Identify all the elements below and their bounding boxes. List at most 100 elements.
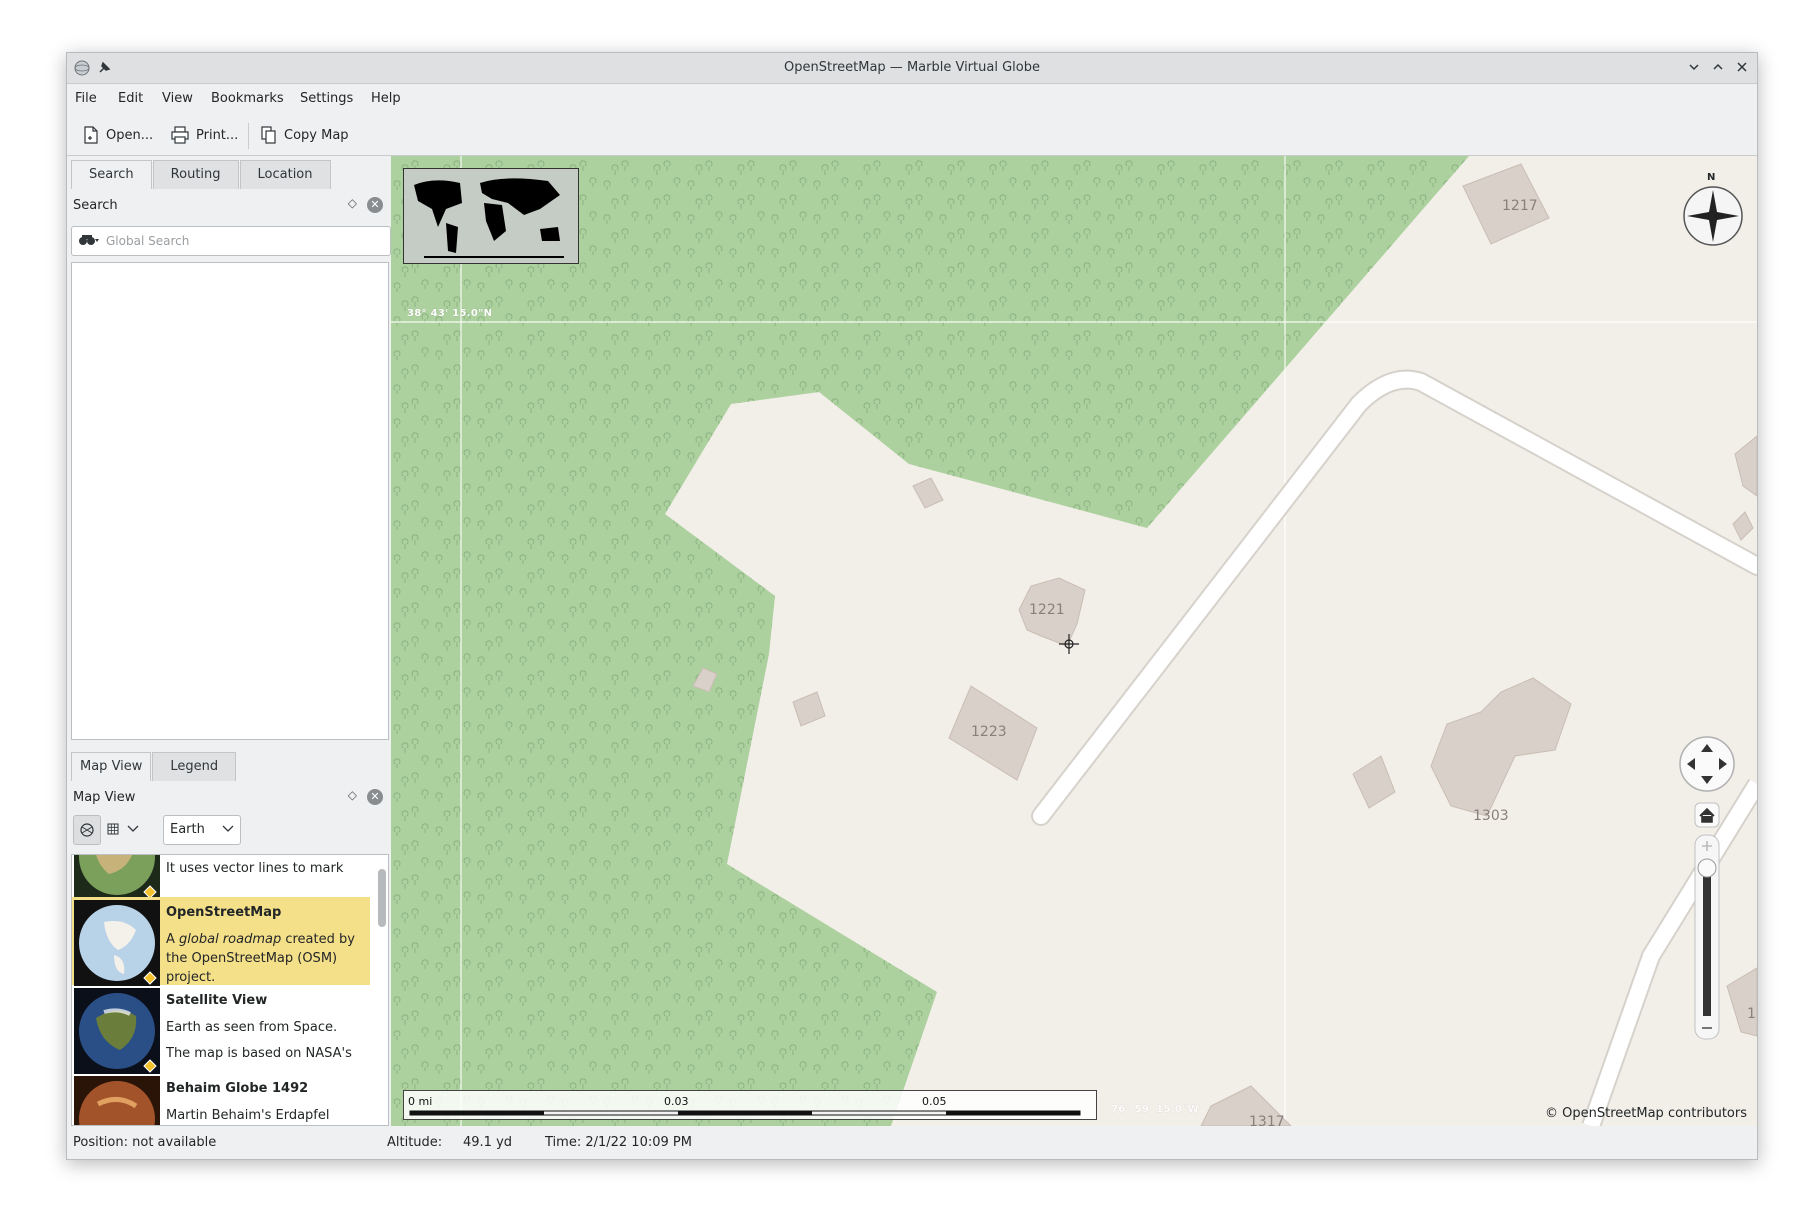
chevron-down-icon — [222, 825, 234, 832]
mapview-tools: Earth — [71, 813, 387, 847]
scale-ruler — [409, 1110, 1081, 1116]
close-icon — [1737, 62, 1747, 72]
scale-label: 0.03 — [664, 1095, 689, 1108]
binoculars-icon[interactable] — [78, 233, 100, 247]
copy-map-label: Copy Map — [284, 127, 349, 143]
map-base-layer — [391, 156, 1757, 1126]
theme-item-behaim[interactable]: Behaim Globe 1492 Martin Behaim's Erdapf… — [72, 1073, 370, 1125]
status-bar: Position: not available Altitude: 49.1 y… — [67, 1126, 1757, 1159]
search-field-container — [71, 226, 391, 256]
main-toolbar: Open... Print... Copy Map — [67, 115, 1757, 156]
navigation-controls — [1677, 734, 1737, 1076]
scale-bar: 0 mi 0.03 0.05 — [403, 1090, 1097, 1120]
close-window-button[interactable] — [1731, 58, 1753, 78]
compass-icon — [1683, 186, 1743, 246]
theme-item-atlas[interactable]: A classic topographic map. It uses vecto… — [72, 855, 370, 900]
search-results-list[interactable] — [71, 262, 389, 740]
house-number: 1 — [1747, 1006, 1756, 1022]
overview-minimap[interactable] — [403, 168, 579, 264]
celestial-body-value: Earth — [170, 822, 205, 837]
menu-edit[interactable]: Edit — [118, 91, 143, 106]
projection-button[interactable] — [105, 815, 141, 843]
status-altitude-value: 49.1 yd — [463, 1135, 513, 1150]
celestial-body-select[interactable]: Earth — [163, 815, 241, 845]
theme-thumbnail — [74, 900, 160, 986]
copy-icon — [261, 126, 276, 144]
theme-description-2: The map is based on NASA's — [166, 1046, 352, 1061]
menu-settings[interactable]: Settings — [300, 91, 353, 106]
map-canvas[interactable]: 38° 43' 15.0"N 76° 59' 15.0"W 1217 1221 … — [391, 156, 1757, 1126]
longitude-label: 76° 59' 15.0"W — [1111, 1104, 1199, 1115]
chevron-up-icon — [1713, 63, 1723, 70]
theme-name: OpenStreetMap — [166, 905, 282, 920]
left-tab-bar: Search Routing Location — [71, 160, 332, 189]
menu-bar: File Edit View Bookmarks Settings Help — [67, 84, 1757, 114]
house-number: 1223 — [971, 724, 1007, 740]
world-map-icon — [404, 169, 578, 263]
maximize-button[interactable] — [1707, 58, 1729, 78]
zoom-slider[interactable] — [1694, 834, 1720, 1040]
minimize-button[interactable] — [1683, 58, 1705, 78]
search-dock-header: Search ◇ ✕ — [71, 194, 387, 218]
copy-map-button[interactable]: Copy Map — [261, 121, 349, 149]
theme-item-openstreetmap[interactable]: OpenStreetMap A global roadmap created b… — [72, 897, 370, 986]
status-altitude-label: Altitude: — [387, 1135, 443, 1150]
close-dock-icon[interactable]: ✕ — [367, 197, 383, 213]
grid-icon — [107, 823, 119, 835]
print-button[interactable]: Print... — [171, 121, 238, 149]
search-input[interactable] — [104, 230, 378, 252]
theme-thumbnail — [74, 988, 160, 1074]
menu-bookmarks[interactable]: Bookmarks — [211, 91, 284, 106]
mapview-dock-header: Map View ◇ ✕ — [71, 786, 387, 810]
toolbar-separator — [248, 123, 249, 149]
float-dock-icon[interactable]: ◇ — [348, 788, 357, 802]
map-theme-list[interactable]: A classic topographic map. It uses vecto… — [71, 854, 389, 1126]
theme-description: A classic topographic map. — [166, 855, 368, 856]
house-number: 1303 — [1473, 808, 1509, 824]
pan-control[interactable] — [1677, 734, 1737, 794]
tab-search[interactable]: Search — [71, 160, 152, 189]
menu-file[interactable]: File — [75, 91, 97, 106]
chevron-down-icon — [1689, 64, 1699, 71]
printer-icon — [171, 126, 189, 144]
status-time: Time: 2/1/22 10:09 PM — [545, 1135, 692, 1150]
menu-view[interactable]: View — [162, 91, 193, 106]
tab-location[interactable]: Location — [239, 160, 331, 189]
compass-rose[interactable]: N — [1681, 172, 1745, 250]
tab-routing[interactable]: Routing — [152, 160, 239, 189]
theme-name: Satellite View — [166, 993, 268, 1008]
tab-legend[interactable]: Legend — [152, 752, 237, 781]
app-window: OpenStreetMap — Marble Virtual Globe Fil… — [66, 52, 1758, 1160]
home-button[interactable] — [1694, 802, 1720, 828]
open-label: Open... — [106, 127, 154, 143]
globe-icon — [80, 823, 94, 837]
theme-name: Behaim Globe 1492 — [166, 1081, 309, 1096]
theme-thumbnail — [74, 1076, 160, 1125]
mapview-dock-title: Map View — [73, 790, 136, 805]
house-number: 1317 — [1249, 1114, 1285, 1126]
tab-map-view[interactable]: Map View — [71, 752, 152, 781]
open-button[interactable]: Open... — [83, 121, 153, 149]
theme-description: Earth as seen from Space. — [166, 1020, 338, 1035]
theme-list-scrollbar-thumb[interactable] — [378, 869, 386, 927]
theme-description: Martin Behaim's Erdapfel — [166, 1108, 330, 1123]
menu-help[interactable]: Help — [371, 91, 401, 106]
close-dock-icon[interactable]: ✕ — [367, 789, 383, 805]
left-panel: Search Routing Location Search ◇ ✕ Map V… — [67, 156, 391, 1126]
title-bar: OpenStreetMap — Marble Virtual Globe — [67, 53, 1757, 84]
print-label: Print... — [196, 127, 239, 143]
theme-description-2: It uses vector lines to mark — [166, 861, 344, 876]
map-attribution: © OpenStreetMap contributors — [1545, 1106, 1747, 1121]
compass-north-label: N — [1707, 172, 1716, 183]
float-dock-icon[interactable]: ◇ — [348, 196, 357, 210]
document-open-icon — [84, 126, 98, 144]
scale-label: 0 mi — [408, 1095, 433, 1108]
theme-item-satellite[interactable]: Satellite View Earth as seen from Space.… — [72, 985, 370, 1074]
bottom-tab-bar: Map View Legend — [71, 752, 237, 781]
scale-label: 0.05 — [922, 1095, 947, 1108]
window-title: OpenStreetMap — Marble Virtual Globe — [784, 60, 1040, 75]
globe-view-button[interactable] — [73, 815, 101, 845]
status-position: Position: not available — [73, 1135, 217, 1150]
house-number: 1221 — [1029, 602, 1065, 618]
search-dock-title: Search — [73, 198, 118, 213]
